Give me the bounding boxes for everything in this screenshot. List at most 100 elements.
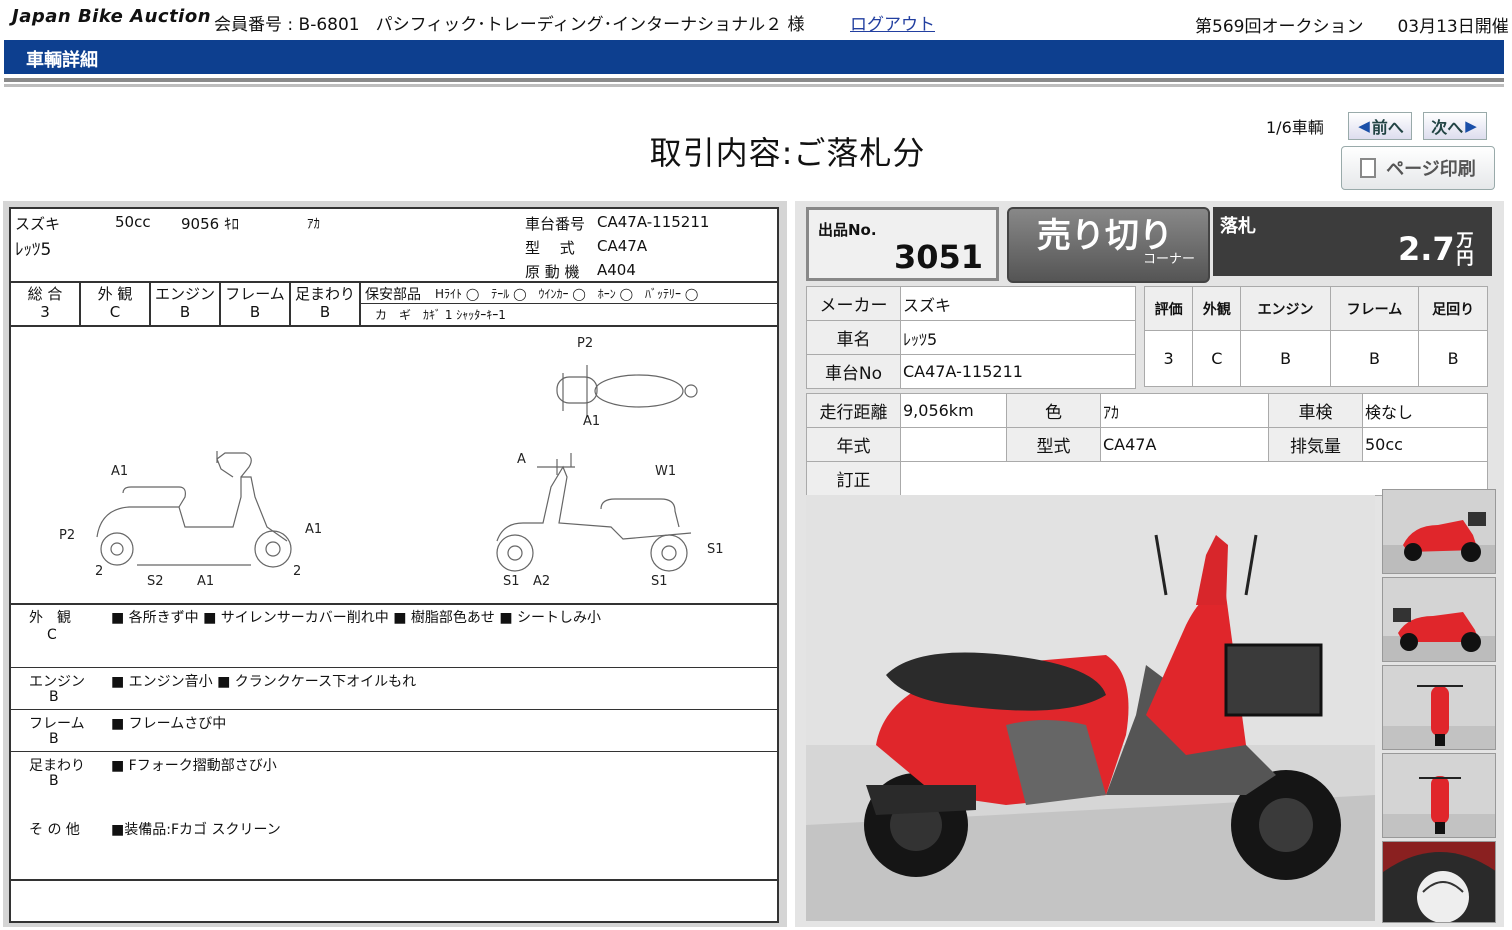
- model-label: 型式: [1006, 427, 1101, 462]
- diagram-label: 2: [293, 564, 301, 579]
- sheet-frame-no: CA47A-115211: [597, 213, 710, 231]
- diagram-label: S1: [651, 574, 668, 589]
- color-label: 色: [1006, 393, 1101, 428]
- correction-label: 訂正: [806, 461, 901, 496]
- sheet-engine: A404: [597, 261, 636, 279]
- color-value: ｱｶ: [1100, 393, 1269, 428]
- price-unit: 万円: [1455, 232, 1475, 268]
- grade-head: 足回り: [1418, 286, 1488, 331]
- sheet-km: 9056 ｷﾛ: [181, 215, 239, 233]
- sheet-type-label: 型 式: [525, 239, 575, 257]
- diagram-label: A: [517, 452, 526, 467]
- grade-head: エンジン: [1240, 286, 1331, 331]
- cc-value: 50cc: [1362, 427, 1488, 462]
- sheet-grade-overall: 3: [40, 303, 50, 321]
- prev-button[interactable]: ◀ 前へ: [1348, 112, 1412, 140]
- remark-text: ■装備品:Fカゴ スクリーン: [111, 822, 281, 838]
- logout-link[interactable]: ログアウト: [850, 10, 935, 35]
- grade-head: フレーム: [1329, 286, 1420, 331]
- remark-grade: B: [49, 773, 59, 789]
- next-button[interactable]: 次へ ▶: [1423, 112, 1487, 140]
- thumbnail[interactable]: [1382, 577, 1496, 662]
- auction-date: 03月13日開催: [1397, 17, 1509, 37]
- price-value: 2.7: [1398, 230, 1455, 268]
- sheet-parts: Hﾗｲﾄ ◯ ﾃｰﾙ ◯ ｳｲﾝｶｰ ◯ ﾎｰﾝ ◯ ﾊﾞｯﾃﾘｰ ◯: [435, 287, 699, 301]
- diagram-label: A1: [305, 522, 322, 537]
- remark-text: ■ フレームさび中: [111, 716, 227, 732]
- diagram-label: S2: [147, 574, 164, 589]
- grade-table: 評価 外観 エンジン フレーム 足回り 3 C B B B: [1143, 286, 1488, 387]
- sheet-grade-engine: B: [179, 303, 191, 321]
- arrow-right-icon: ▶: [1465, 117, 1477, 135]
- diagram-label: P2: [59, 528, 75, 543]
- arrow-left-icon: ◀: [1358, 117, 1370, 135]
- vehicle-id-table: メーカー スズキ 車名 ﾚｯﾂ5 車台No CA47A-115211: [806, 286, 1136, 389]
- price-unit-top: 万: [1456, 231, 1474, 251]
- main-photo[interactable]: [806, 495, 1375, 921]
- sheet-engine-label: 原 動 機: [525, 263, 580, 281]
- grade-value: 3: [1143, 330, 1194, 387]
- frame-label: 車台No: [806, 354, 901, 389]
- cc-label: 排気量: [1268, 427, 1363, 462]
- diagram-label: A2: [533, 574, 550, 589]
- sheet-grade-head-overall: 総 合: [27, 285, 63, 303]
- print-button[interactable]: ページ印刷: [1341, 146, 1495, 190]
- corner-subtitle: コーナー: [1143, 252, 1196, 267]
- sheet-maker: スズキ: [15, 215, 61, 233]
- section-title: 車輌詳細: [26, 50, 98, 71]
- mileage-label: 走行距離: [806, 393, 901, 428]
- name-label: 車名: [806, 320, 901, 355]
- mileage-value: 9,056km: [900, 393, 1007, 428]
- sheet-model: ﾚｯﾂ5: [15, 240, 52, 260]
- print-label: ページ印刷: [1386, 159, 1476, 180]
- remark-grade: C: [47, 627, 57, 643]
- remark-head: 外 観: [29, 610, 71, 626]
- sheet-grade-frame: B: [249, 303, 261, 321]
- thumbnail-image: [1383, 754, 1495, 837]
- sheet-cc: 50cc: [115, 213, 151, 231]
- sheet-grade-exterior: C: [109, 303, 121, 321]
- grade-head: 評価: [1143, 286, 1194, 331]
- diagram-label: P2: [577, 336, 593, 351]
- lot-label: 出品No.: [818, 221, 877, 239]
- sheet-frame-label: 車台番号: [525, 215, 586, 233]
- thumbnail-image: [1383, 490, 1495, 573]
- sheet-keys: カ ギ ｶｷﾞ 1 ｼｬｯﾀｰｷｰ1: [375, 308, 506, 322]
- remark-grade: B: [49, 731, 59, 747]
- price-label: 落札: [1220, 216, 1256, 237]
- member-info: 会員番号 : B-6801 パシフィック･トレーディング･インターナショナル２ 様: [214, 10, 804, 35]
- thumbnail-image: [1383, 842, 1495, 922]
- remark-head: 足まわり: [29, 758, 85, 774]
- diagram-label: A1: [197, 574, 214, 589]
- inspection-value: 検なし: [1362, 393, 1488, 428]
- page-icon: [1360, 158, 1377, 178]
- grade-value: B: [1418, 330, 1488, 387]
- thumbnail[interactable]: [1382, 665, 1496, 750]
- model-value: CA47A: [1100, 427, 1269, 462]
- maker-label: メーカー: [806, 286, 901, 321]
- spec-table: 走行距離 9,056km 色 ｱｶ 車検 検なし 年式 型式 CA47A 排気量…: [806, 393, 1488, 496]
- diagram-label: 2: [95, 564, 103, 579]
- sheet-grade-head-suspension: 足まわり: [294, 285, 355, 303]
- next-label: 次へ: [1431, 118, 1464, 137]
- price-unit-bottom: 円: [1456, 249, 1474, 269]
- diagram-label: S1: [503, 574, 520, 589]
- year-label: 年式: [806, 427, 901, 462]
- thumbnail[interactable]: [1382, 841, 1496, 923]
- thumbnail[interactable]: [1382, 753, 1496, 838]
- lot-number: 3051: [894, 238, 984, 276]
- sheet-parts-label: 保安部品: [365, 287, 421, 303]
- sheet-grade-head-exterior: 外 観: [97, 285, 133, 303]
- remark-grade: B: [49, 689, 59, 705]
- divider: [4, 84, 1504, 87]
- diagram-label: A1: [583, 414, 600, 429]
- auction-number: 第569回オークション: [1195, 17, 1364, 37]
- remark-head: そ の 他: [29, 822, 80, 838]
- grade-value: C: [1192, 330, 1242, 387]
- thumbnail[interactable]: [1382, 489, 1496, 574]
- section-title-bar: 車輌詳細: [4, 40, 1504, 74]
- diagram-label: S1: [707, 542, 724, 557]
- prev-label: 前へ: [1371, 118, 1404, 137]
- remark-text: ■ エンジン音小 ■ クランクケース下オイルもれ: [111, 674, 417, 690]
- sheet-color: ｱｶ: [307, 217, 320, 232]
